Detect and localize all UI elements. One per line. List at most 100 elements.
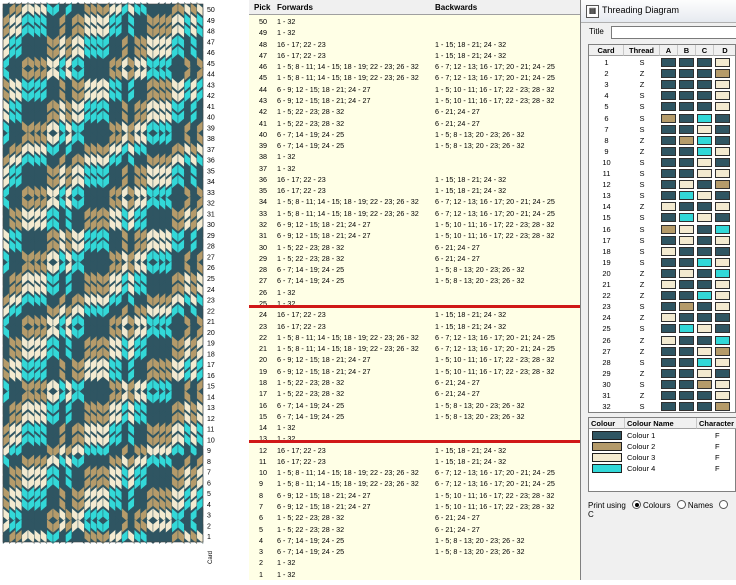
hole-colour-cell[interactable] xyxy=(697,191,712,201)
thread-direction[interactable]: S xyxy=(624,225,660,234)
hole-colour-cell[interactable] xyxy=(661,357,676,367)
pick-list-panel[interactable]: Pick Forwards Backwards 50 1 - 32 49 1 - 32… xyxy=(249,0,580,580)
pick-row[interactable]: 7 6 - 9; 12 - 15; 18 - 21; 24 - 27 1 - 5; … xyxy=(249,501,580,512)
pick-row[interactable]: 17 1 - 5; 22 - 23; 28 - 32 6 - 21; 24 - 27 xyxy=(249,388,580,399)
pick-row[interactable]: 6 1 - 5; 22 - 23; 28 - 32 6 - 21; 24 - 27 xyxy=(249,512,580,523)
characters-radio-label[interactable]: C xyxy=(588,510,594,519)
card-row[interactable]: 25 S xyxy=(589,323,735,334)
hole-colour-cell[interactable] xyxy=(679,302,694,312)
thread-direction[interactable]: S xyxy=(624,258,660,267)
thread-direction[interactable]: S xyxy=(624,58,660,67)
thread-direction[interactable]: Z xyxy=(624,313,660,322)
card-row[interactable]: 28 S xyxy=(589,357,735,368)
card-row[interactable]: 2Z xyxy=(589,68,735,79)
hole-colour-cell[interactable] xyxy=(715,313,730,323)
pick-row[interactable]: 43 6 - 9; 12 - 15; 18 - 21; 24 - 27 1 - 5;… xyxy=(249,95,580,106)
pick-row[interactable]: 15 6 - 7; 14 - 19; 24 - 25 1 - 5; 8 - 13; … xyxy=(249,411,580,422)
hole-colour-cell[interactable] xyxy=(679,169,694,178)
hole-colour-cell[interactable] xyxy=(679,324,694,334)
thread-direction[interactable]: S xyxy=(624,114,660,123)
hole-colour-cell[interactable] xyxy=(661,213,676,223)
hole-colour-cell[interactable] xyxy=(679,391,694,400)
hole-colour-cell[interactable] xyxy=(679,357,694,367)
pick-row[interactable]: 37 1 - 32 xyxy=(249,163,580,174)
hole-colour-cell[interactable] xyxy=(661,402,676,412)
hole-colour-cell[interactable] xyxy=(697,124,712,134)
colour-swatch[interactable] xyxy=(592,453,622,462)
hole-colour-cell[interactable] xyxy=(697,346,712,356)
pick-row[interactable]: 39 6 - 7; 14 - 19; 24 - 25 1 - 5; 8 - 13; … xyxy=(249,140,580,151)
hole-colour-cell[interactable] xyxy=(715,224,730,234)
hole-c-column-header[interactable]: C xyxy=(696,45,714,56)
hole-colour-cell[interactable] xyxy=(661,157,676,167)
thread-direction[interactable]: S xyxy=(624,380,660,389)
card-row[interactable]: 18 S xyxy=(589,246,735,257)
hole-colour-cell[interactable] xyxy=(679,69,694,79)
hole-colour-cell[interactable] xyxy=(679,135,694,145)
thread-direction[interactable]: S xyxy=(624,158,660,167)
thread-column-header[interactable]: Thread xyxy=(624,45,660,56)
thread-direction[interactable]: S xyxy=(624,125,660,134)
card-row[interactable]: 30 S xyxy=(589,379,735,390)
pick-row[interactable]: 4 6 - 7; 14 - 19; 24 - 25 1 - 5; 8 - 13; 2… xyxy=(249,535,580,546)
pick-column-header[interactable]: Pick xyxy=(254,3,270,12)
hole-colour-cell[interactable] xyxy=(715,180,730,190)
hole-colour-cell[interactable] xyxy=(679,368,694,378)
thread-direction[interactable]: Z xyxy=(624,336,660,345)
hole-a-column-header[interactable]: A xyxy=(660,45,678,56)
hole-colour-cell[interactable] xyxy=(679,291,694,301)
hole-colour-cell[interactable] xyxy=(679,402,694,412)
card-row[interactable]: 16 S xyxy=(589,224,735,235)
hole-colour-cell[interactable] xyxy=(679,224,694,234)
hole-colour-cell[interactable] xyxy=(715,391,730,400)
pick-row[interactable]: 3 6 - 7; 14 - 19; 24 - 25 1 - 5; 8 - 13; 2… xyxy=(249,546,580,557)
hole-colour-cell[interactable] xyxy=(715,69,730,79)
colour-swatch[interactable] xyxy=(592,442,622,451)
pick-row[interactable]: 42 1 - 5; 22 - 23; 28 - 32 6 - 21; 24 - 27 xyxy=(249,106,580,117)
thread-direction[interactable]: S xyxy=(624,302,660,311)
hole-colour-cell[interactable] xyxy=(697,268,712,278)
pick-row[interactable]: 38 1 - 32 xyxy=(249,151,580,162)
hole-colour-cell[interactable] xyxy=(679,202,694,212)
hole-colour-cell[interactable] xyxy=(715,124,730,134)
hole-colour-cell[interactable] xyxy=(679,280,694,289)
hole-colour-cell[interactable] xyxy=(679,246,694,256)
hole-colour-cell[interactable] xyxy=(679,379,694,389)
pick-row[interactable]: 8 6 - 9; 12 - 15; 18 - 21; 24 - 27 1 - 5; … xyxy=(249,490,580,501)
hole-colour-cell[interactable] xyxy=(679,268,694,278)
thread-direction[interactable]: Z xyxy=(624,80,660,89)
hole-colour-cell[interactable] xyxy=(661,391,676,400)
hole-colour-cell[interactable] xyxy=(697,357,712,367)
pick-row[interactable]: 44 6 - 9; 12 - 15; 18 - 21; 24 - 27 1 - 5;… xyxy=(249,84,580,95)
thread-direction[interactable]: Z xyxy=(624,347,660,356)
hole-colour-cell[interactable] xyxy=(679,58,694,67)
hole-colour-cell[interactable] xyxy=(715,368,730,378)
hole-colour-cell[interactable] xyxy=(661,124,676,134)
hole-colour-cell[interactable] xyxy=(697,246,712,256)
thread-direction[interactable]: S xyxy=(624,236,660,245)
hole-colour-cell[interactable] xyxy=(715,213,730,223)
window-title-bar[interactable]: ▦ Threading Diagram xyxy=(581,0,736,23)
hole-colour-cell[interactable] xyxy=(679,235,694,245)
pick-row[interactable]: 10 1 - 5; 8 - 11; 14 - 15; 18 - 19; 22 - … xyxy=(249,467,580,478)
hole-colour-cell[interactable] xyxy=(715,402,730,412)
thread-direction[interactable]: S xyxy=(624,91,660,100)
hole-colour-cell[interactable] xyxy=(715,324,730,334)
pick-row[interactable]: 1 1 - 32 xyxy=(249,569,580,580)
hole-colour-cell[interactable] xyxy=(715,191,730,201)
card-row[interactable]: 32 S xyxy=(589,401,735,412)
pick-row[interactable]: 28 6 - 7; 14 - 19; 24 - 25 1 - 5; 8 - 13; … xyxy=(249,264,580,275)
hole-colour-cell[interactable] xyxy=(697,280,712,289)
pick-row[interactable]: 16 6 - 7; 14 - 19; 24 - 25 1 - 5; 8 - 13; … xyxy=(249,400,580,411)
hole-colour-cell[interactable] xyxy=(679,335,694,345)
hole-colour-cell[interactable] xyxy=(715,169,730,178)
card-row[interactable]: 26 Z xyxy=(589,335,735,346)
pick-row[interactable]: 29 1 - 5; 22 - 23; 28 - 32 6 - 21; 24 - 27 xyxy=(249,253,580,264)
pick-row[interactable]: 24 16 - 17; 22 - 23 1 - 15; 18 - 21; 24 - … xyxy=(249,309,580,320)
hole-colour-cell[interactable] xyxy=(697,379,712,389)
hole-colour-cell[interactable] xyxy=(715,235,730,245)
card-row[interactable]: 8Z xyxy=(589,135,735,146)
thread-direction[interactable]: S xyxy=(624,191,660,200)
pick-row[interactable]: 21 1 - 5; 8 - 11; 14 - 15; 18 - 19; 22 - … xyxy=(249,343,580,354)
hole-colour-cell[interactable] xyxy=(715,157,730,167)
